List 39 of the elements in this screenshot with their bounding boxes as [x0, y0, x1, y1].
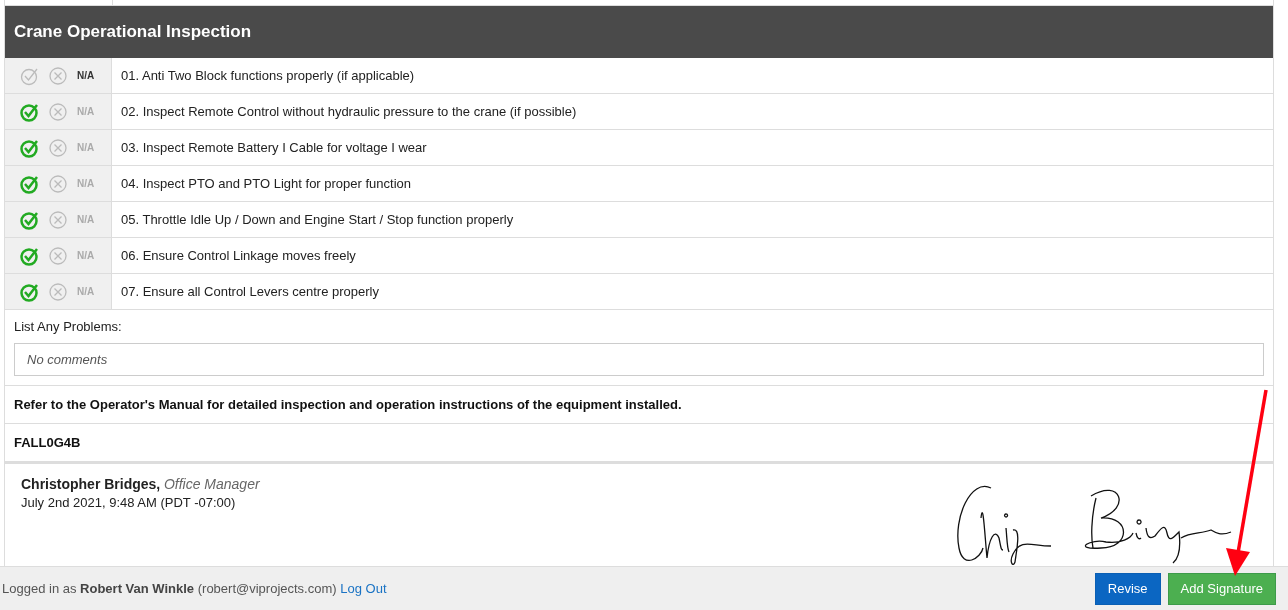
logout-link[interactable]: Log Out: [340, 581, 387, 596]
login-status: Logged in as Robert Van Winkle (robert@viprojects.com) Log Out: [2, 581, 387, 596]
x-circle-icon[interactable]: [49, 210, 67, 229]
inspection-item: 04. Inspect PTO and PTO Light for proper function: [120, 175, 412, 193]
signature-date: July 2nd 2021, 9:48 AM (PDT -07:00): [21, 495, 237, 510]
na-option[interactable]: N/A: [77, 106, 95, 117]
x-circle-icon[interactable]: [49, 66, 67, 85]
x-circle-icon[interactable]: [49, 138, 67, 157]
equipment-code: FALL0G4B: [5, 424, 1273, 462]
section-title: Crane Operational Inspection: [5, 6, 1273, 58]
na-option[interactable]: N/A: [77, 142, 95, 153]
check-circle-icon[interactable]: [19, 281, 39, 302]
problems-label: List Any Problems:: [14, 319, 123, 334]
na-option[interactable]: N/A: [77, 178, 95, 189]
x-circle-icon[interactable]: [49, 282, 67, 301]
signer-role: Office Manager: [163, 476, 260, 492]
inspection-item: 02. Inspect Remote Control without hydraulic pressure to the crane (if possible): [120, 103, 577, 121]
na-option[interactable]: N/A: [77, 214, 95, 225]
na-option[interactable]: N/A: [77, 250, 95, 261]
check-circle-icon[interactable]: [19, 209, 39, 230]
inspection-item: 01. Anti Two Block functions properly (if applicable): [120, 67, 415, 85]
signer-name: Christopher Bridges,: [21, 476, 161, 492]
x-circle-icon[interactable]: [49, 174, 67, 193]
check-circle-icon[interactable]: [19, 173, 39, 194]
manual-note: Refer to the Operator's Manual for detailed inspection and operation instructions of the equipment installed.: [5, 386, 1273, 424]
revise-button[interactable]: Revise: [1094, 572, 1161, 605]
check-circle-icon[interactable]: [19, 245, 39, 266]
inspection-item: 06. Ensure Control Linkage moves freely: [120, 247, 356, 265]
inspection-item: 03. Inspect Remote Battery I Cable for voltage I wear: [120, 139, 427, 157]
x-circle-icon[interactable]: [49, 102, 67, 121]
check-circle-icon[interactable]: [19, 137, 39, 158]
na-option[interactable]: N/A: [77, 286, 95, 297]
na-option[interactable]: N/A: [77, 70, 95, 81]
inspection-item: 05. Throttle Idle Up / Down and Engine Start / Stop function properly: [120, 211, 514, 229]
x-circle-icon[interactable]: [49, 246, 67, 265]
inspection-item: 07. Ensure all Control Levers centre properly: [120, 283, 379, 301]
add-signature-button[interactable]: Add Signature: [1167, 572, 1276, 605]
check-circle-icon[interactable]: [19, 101, 39, 122]
comments-field[interactable]: No comments: [14, 343, 1264, 376]
